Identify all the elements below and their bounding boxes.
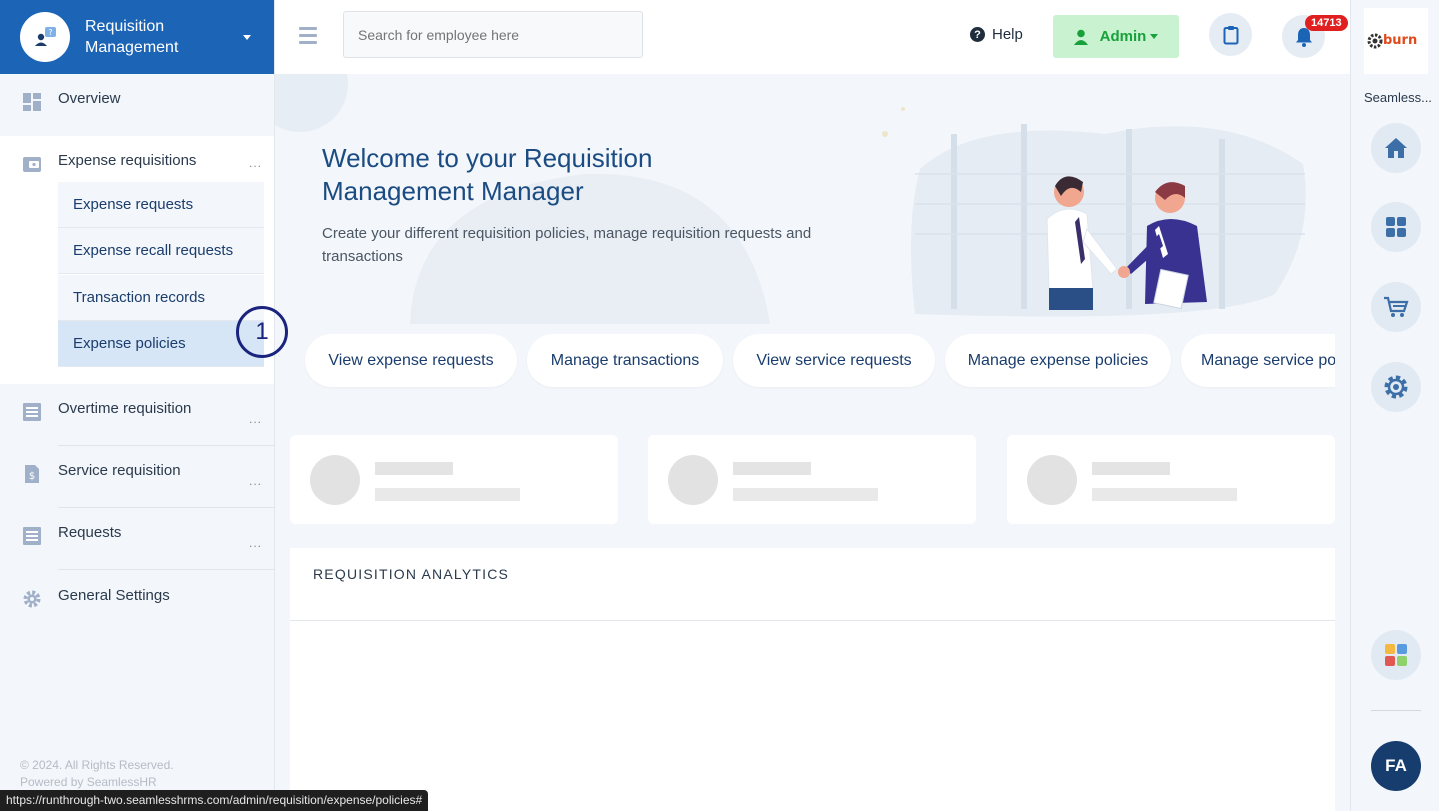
dashboard-icon (23, 93, 41, 111)
more-dots-icon[interactable]: ... (249, 412, 262, 426)
manage-transactions-button[interactable]: Manage transactions (527, 334, 723, 387)
footer-rights: © 2024. All Rights Reserved. (20, 758, 174, 772)
app-switcher-rail: burn Seamless... FA (1350, 0, 1439, 811)
list-icon (23, 403, 41, 421)
sidebar-item-label: Expense requisitions (58, 152, 197, 169)
footer-note: © 2024. All Rights Reserved. Powered by … (20, 757, 174, 791)
search-input[interactable] (343, 11, 643, 58)
skeleton-line (375, 488, 520, 501)
skeleton-line (733, 488, 878, 501)
clipboard-icon (1223, 25, 1238, 44)
gear-icon (23, 590, 41, 608)
shopping-cart-icon (1384, 296, 1409, 317)
user-icon (1073, 29, 1088, 45)
status-bar-url: https://runthrough-two.seamlesshrms.com/… (0, 790, 429, 811)
skeleton-line (1092, 488, 1237, 501)
document-dollar-icon: $ (25, 465, 39, 483)
sidebar-item-label: Requests (58, 524, 122, 541)
more-dots-icon[interactable]: ... (249, 536, 262, 550)
company-logo[interactable]: burn (1364, 8, 1428, 74)
skeleton-avatar (310, 455, 360, 505)
settings-button[interactable] (1371, 362, 1421, 412)
sidebar-item-label: Service requisition (58, 462, 181, 479)
manage-expense-policies-button[interactable]: Manage expense policies (945, 334, 1171, 387)
home-icon (1385, 138, 1407, 158)
sidebar-item-overtime[interactable]: Overtime requisition ... (0, 400, 274, 446)
admin-label: Admin (1099, 28, 1147, 45)
sidebar-subitem-expense-recall-requests[interactable]: Expense recall requests (58, 228, 264, 274)
company-logo-image: burn (1367, 33, 1417, 49)
skeleton-line (375, 462, 453, 475)
admin-role-dropdown[interactable]: Admin (1053, 15, 1179, 58)
grid-icon (1386, 217, 1406, 237)
sidebar: ? Requisition Management Overview Expens… (0, 0, 288, 811)
skeleton-avatar (668, 455, 718, 505)
divider (1371, 710, 1421, 711)
sidebar-subitem-expense-requests[interactable]: Expense requests (58, 182, 264, 228)
divider (290, 620, 1335, 621)
brand-header[interactable]: ? Requisition Management (0, 0, 274, 74)
stat-card-loading (648, 435, 976, 524)
sidebar-subitem-expense-policies[interactable]: Expense policies (58, 321, 264, 367)
svg-text:$: $ (29, 471, 35, 482)
top-header: ? Help Admin 14713 (275, 0, 1350, 74)
view-service-requests-button[interactable]: View service requests (733, 334, 935, 387)
more-dots-icon[interactable]: ... (249, 474, 262, 488)
hamburger-menu-icon[interactable] (299, 27, 317, 48)
skeleton-line (1092, 462, 1170, 475)
app-launcher-button[interactable] (1371, 630, 1421, 680)
clipboard-button[interactable] (1209, 13, 1252, 56)
help-link[interactable]: ? Help (970, 26, 1023, 43)
notification-count-badge: 14713 (1305, 15, 1348, 31)
stat-card-loading (290, 435, 618, 524)
sidebar-item-general-settings[interactable]: General Settings (0, 587, 274, 633)
quick-actions: View expense requests Manage transaction… (290, 334, 1335, 390)
question-circle-icon: ? (970, 27, 985, 42)
logo-text: burn (1383, 33, 1417, 48)
sidebar-item-label: Overtime requisition (58, 400, 192, 417)
stat-card-loading (1007, 435, 1335, 524)
wallet-icon (23, 157, 41, 172)
sidebar-item-label: General Settings (58, 587, 170, 604)
sidebar-item-label: Overview (58, 90, 121, 107)
sidebar-item-overview[interactable]: Overview (0, 90, 274, 136)
page-subtitle: Create your different requisition polici… (322, 225, 812, 265)
welcome-hero: Welcome to your Requisition Management M… (275, 74, 1350, 324)
requisition-logo-icon: ? (20, 12, 70, 62)
divider (58, 507, 274, 508)
gear-icon (1384, 375, 1408, 399)
brand-title: Requisition Management (85, 18, 179, 56)
manage-service-policies-button[interactable]: Manage service policies (1181, 334, 1335, 387)
footer-powered: Powered by SeamlessHR (20, 775, 157, 789)
divider (58, 569, 274, 570)
skeleton-line (733, 462, 811, 475)
avatar[interactable]: FA (1371, 741, 1421, 791)
sidebar-subitem-transaction-records[interactable]: Transaction records (58, 275, 264, 321)
sidebar-item-requests[interactable]: Requests ... (0, 524, 274, 570)
help-label: Help (992, 26, 1023, 43)
company-name: Seamless... (1364, 90, 1432, 105)
requisition-analytics-panel: REQUISITION ANALYTICS (290, 548, 1335, 811)
sidebar-item-service[interactable]: $ Service requisition ... (0, 462, 274, 508)
more-dots-icon[interactable]: ... (249, 156, 262, 170)
cart-button[interactable] (1371, 282, 1421, 332)
view-expense-requests-button[interactable]: View expense requests (305, 334, 517, 387)
colorful-apps-icon (1385, 644, 1407, 666)
analytics-title: REQUISITION ANALYTICS (313, 566, 510, 582)
chevron-down-icon (1150, 34, 1159, 39)
home-button[interactable] (1371, 123, 1421, 173)
apps-grid-button[interactable] (1371, 202, 1421, 252)
list-icon (23, 527, 41, 545)
chevron-down-icon[interactable] (243, 34, 251, 40)
divider (58, 445, 274, 446)
expense-requisitions-group: Expense requisitions ... Expense request… (0, 136, 274, 384)
page-title: Welcome to your Requisition Management M… (322, 143, 653, 206)
skeleton-avatar (1027, 455, 1077, 505)
svg-text:?: ? (48, 28, 52, 37)
